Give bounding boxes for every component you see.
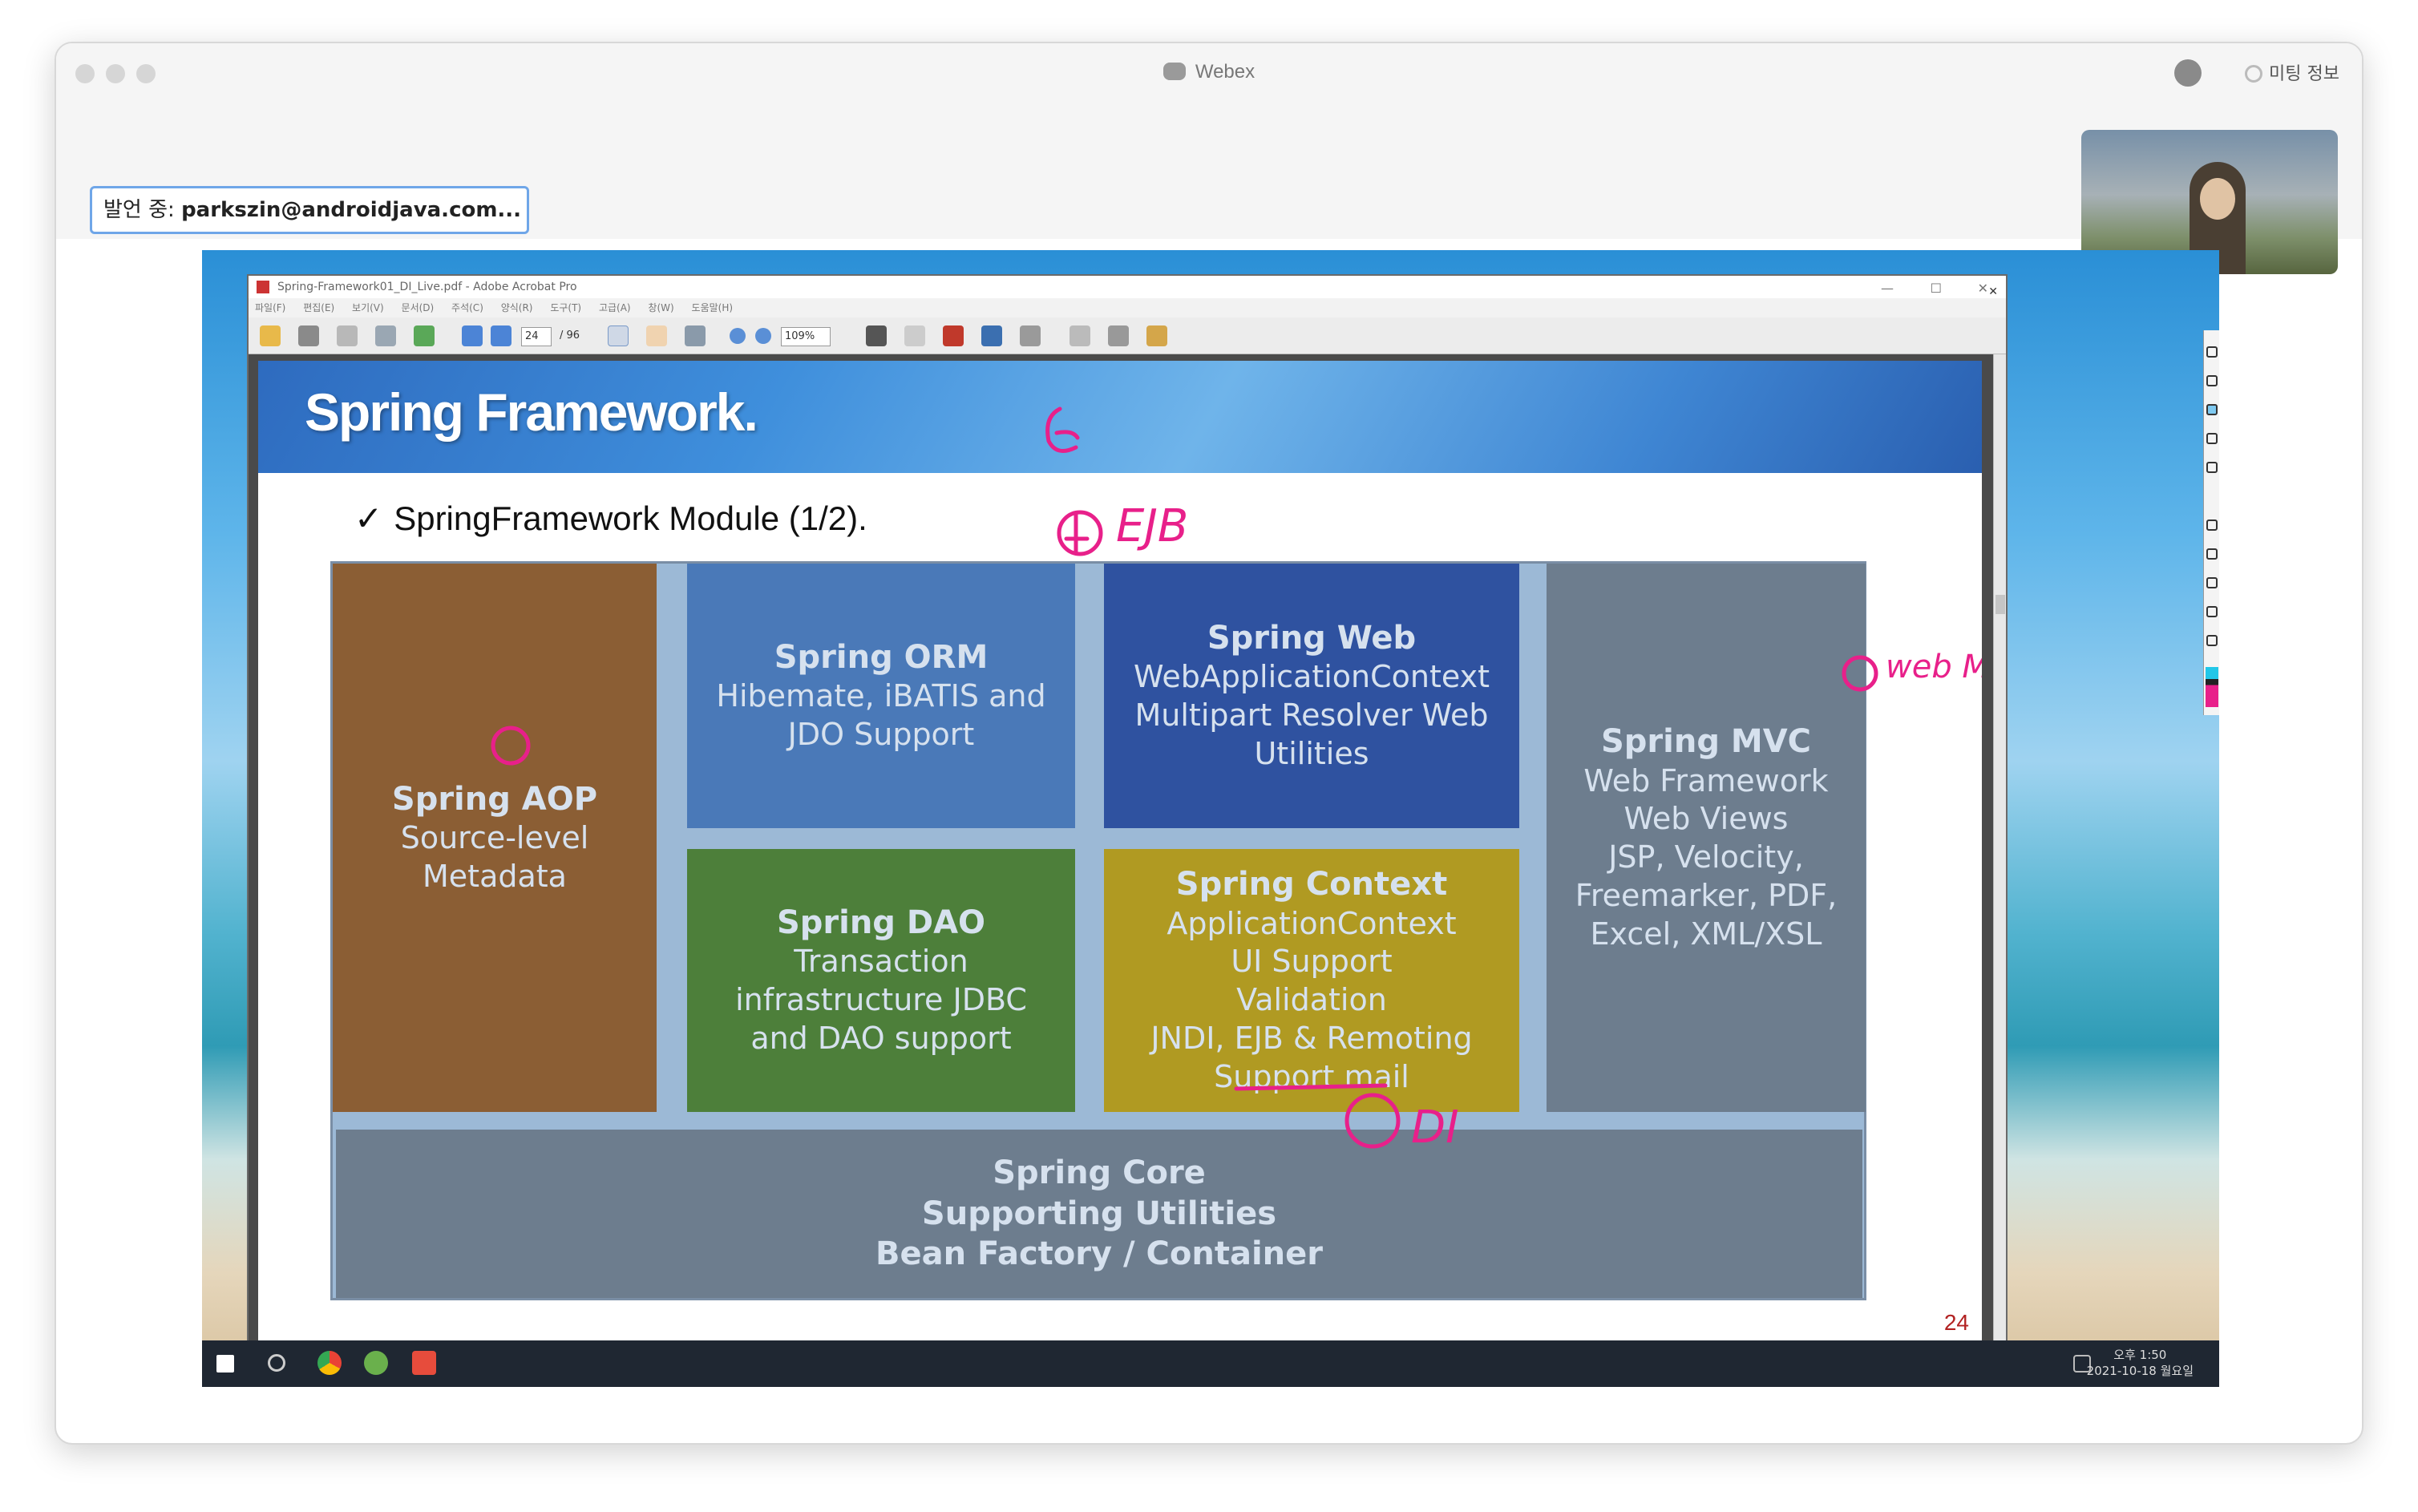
zoom-level-select[interactable]: 109% <box>781 327 831 346</box>
ink-circle-1 <box>491 726 531 766</box>
fit-width-icon[interactable] <box>1070 325 1090 346</box>
delete-icon[interactable] <box>2206 548 2218 560</box>
vertical-scrollbar[interactable] <box>1993 354 2006 1347</box>
select-text-icon[interactable] <box>608 325 629 346</box>
meeting-info-button[interactable]: 미팅 정보 <box>2245 59 2339 85</box>
acrobat-title-bar: Spring-Framework01_DI_Live.pdf - Adobe A… <box>249 276 2006 298</box>
title-bar: Webex 미팅 정보 <box>56 43 2362 104</box>
scrollbar-thumb[interactable] <box>1995 595 2005 614</box>
open-folder-icon[interactable] <box>260 325 281 346</box>
signal-icon[interactable] <box>2174 59 2202 87</box>
app-title: Webex <box>56 61 2362 83</box>
menu-advanced[interactable]: 고급(A) <box>599 302 631 313</box>
pen-icon[interactable] <box>2206 404 2218 415</box>
participant-face <box>2200 178 2235 220</box>
previous-page-icon[interactable] <box>462 325 483 346</box>
speaker-label: 발언 중: <box>103 198 175 222</box>
arrow-icon[interactable] <box>2206 375 2218 386</box>
windows-taskbar: 오후 1:50 2021-10-18 월요일 <box>202 1340 2219 1387</box>
share-icon[interactable] <box>414 325 435 346</box>
maximize-icon[interactable]: ☐ <box>1931 277 1942 300</box>
search-icon[interactable] <box>268 1354 285 1372</box>
ink-annotations: EJB DI web MVC <box>491 406 1982 1154</box>
print-icon[interactable] <box>298 325 319 346</box>
pdf-icon <box>257 281 269 293</box>
edit-icon[interactable] <box>1146 325 1167 346</box>
active-speaker-indicator[interactable]: 발언 중: parkszin@androidjava.com... <box>90 186 529 234</box>
save-icon[interactable] <box>337 325 358 346</box>
close-icon[interactable]: ✕ <box>1978 277 1988 300</box>
zoom-tool-icon[interactable] <box>685 325 706 346</box>
shared-screen: Spring-Framework01_DI_Live.pdf - Adobe A… <box>202 250 2219 1387</box>
ink-text-web-mvc: web MVC <box>1886 649 1982 685</box>
zoom-in-icon[interactable] <box>755 328 771 344</box>
pointer-icon[interactable] <box>2206 346 2218 358</box>
text-icon[interactable] <box>2206 635 2218 646</box>
highlight-icon[interactable] <box>943 325 964 346</box>
crop-icon[interactable] <box>981 325 1002 346</box>
color-picker-icon[interactable] <box>2206 667 2218 707</box>
acrobat-taskbar-icon[interactable] <box>412 1351 436 1375</box>
ink-circle-2 <box>1344 1093 1401 1149</box>
highlighter-icon[interactable] <box>2206 462 2218 473</box>
ink-text-ejb: EJB <box>1116 500 1188 552</box>
menu-tools[interactable]: 도구(T) <box>550 302 581 313</box>
info-icon <box>2245 65 2263 83</box>
webex-window: Webex 미팅 정보 발언 중: parkszin@androidjava.c… <box>55 42 2363 1445</box>
acrobat-toolbar: 24 / 96 109% ✕ <box>249 285 2006 354</box>
ink-text-di: DI <box>1411 1102 1459 1154</box>
attach-icon[interactable] <box>1020 325 1041 346</box>
next-page-icon[interactable] <box>491 325 512 346</box>
acrobat-window-title: Spring-Framework01_DI_Live.pdf - Adobe A… <box>277 281 577 293</box>
minimize-icon[interactable]: — <box>1881 277 1894 300</box>
menu-comments[interactable]: 주석(C) <box>451 302 483 313</box>
info-bar: 발언 중: parkszin@androidjava.com... <box>56 104 2362 239</box>
acrobat-window: Spring-Framework01_DI_Live.pdf - Adobe A… <box>247 274 2008 1348</box>
ink-circle-4 <box>1057 510 1103 556</box>
ink-digit-4 <box>1064 511 1090 556</box>
taskbar-clock[interactable]: 오후 1:50 2021-10-18 월요일 <box>2087 1347 2194 1379</box>
email-icon[interactable] <box>375 325 396 346</box>
annotation-toolbar <box>2203 330 2219 715</box>
chrome-icon[interactable] <box>317 1351 342 1375</box>
acrobat-menu-bar: 파일(F) 편집(E) 보기(V) 문서(D) 주석(C) 양식(R) 도구(T… <box>249 298 2006 317</box>
document-area: Spring Framework. ✓ SpringFramework Modul… <box>249 354 1993 1347</box>
page-number-input[interactable]: 24 <box>521 327 552 346</box>
fit-page-icon[interactable] <box>1108 325 1129 346</box>
meeting-info-label: 미팅 정보 <box>2269 64 2339 84</box>
select-arrow-icon[interactable] <box>866 325 887 346</box>
eclipse-icon[interactable] <box>364 1351 388 1375</box>
hand-tool-icon[interactable] <box>646 325 667 346</box>
line-icon[interactable] <box>2206 433 2218 444</box>
zoom-out-icon[interactable] <box>730 328 746 344</box>
menu-window[interactable]: 창(W) <box>648 302 673 313</box>
app-title-text: Webex <box>1195 61 1256 83</box>
webex-logo-icon <box>1162 63 1186 80</box>
eraser-icon[interactable] <box>2206 519 2218 531</box>
page-total: / 96 <box>560 329 580 342</box>
slide-page: Spring Framework. ✓ SpringFramework Modul… <box>258 361 1982 1347</box>
document-close-icon[interactable]: ✕ <box>1988 285 1998 298</box>
windows-start-icon[interactable] <box>216 1355 234 1373</box>
menu-file[interactable]: 파일(F) <box>255 302 285 313</box>
ok-icon[interactable] <box>904 325 925 346</box>
menu-edit[interactable]: 편집(E) <box>303 302 334 313</box>
ink-underline <box>1234 1083 1388 1091</box>
ink-circle-3 <box>1842 655 1878 692</box>
clock-time: 오후 1:50 <box>2113 1348 2167 1362</box>
menu-forms[interactable]: 양식(R) <box>501 302 533 313</box>
speaker-name: parkszin@androidjava.com... <box>181 198 522 222</box>
clock-date: 2021-10-18 월요일 <box>2086 1364 2194 1378</box>
ink-mark-e <box>1045 406 1080 453</box>
menu-view[interactable]: 보기(V) <box>352 302 384 313</box>
menu-document[interactable]: 문서(D) <box>402 302 435 313</box>
menu-help[interactable]: 도움말(H) <box>692 302 734 313</box>
save-annotation-icon[interactable] <box>2206 577 2218 588</box>
camera-icon[interactable] <box>2206 606 2218 617</box>
